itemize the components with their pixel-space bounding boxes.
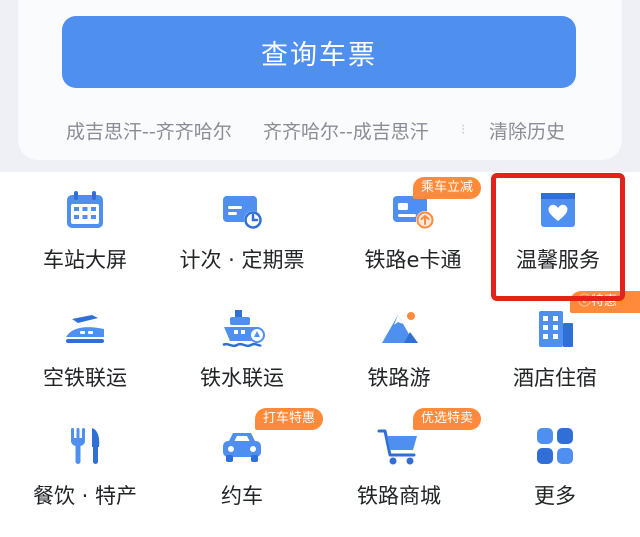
query-tickets-button[interactable]: 查询车票 (62, 16, 576, 88)
service-grid: 车站大屏 计次 · 定期票 铁路e卡通 乘车立减 温馨服务 空铁联运 铁水联运 … (0, 172, 640, 537)
service-label: 约车 (221, 484, 263, 508)
more-grid-icon (532, 423, 578, 469)
ticket-clock-icon (219, 187, 265, 233)
air-rail-icon (62, 305, 108, 351)
service-more[interactable]: 更多 (475, 408, 635, 523)
service-label: 更多 (534, 484, 576, 508)
promo-badge: ⓔ特惠 (570, 291, 640, 313)
service-label: 铁路游 (367, 366, 431, 390)
service-label: 车站大屏 (43, 248, 127, 272)
service-label: 计次 · 定期票 (179, 248, 305, 272)
clear-history-button[interactable]: 清除历史 (489, 117, 565, 144)
promo-badge: 打车特惠 (255, 408, 324, 430)
service-label: 餐饮 · 特产 (32, 484, 138, 508)
service-periodic-ticket[interactable]: 计次 · 定期票 (162, 172, 322, 287)
service-label: 空铁联运 (43, 366, 127, 390)
history-item[interactable]: 齐齐哈尔--成吉思汗 (263, 117, 461, 144)
promo-badge: 优选特卖 (413, 408, 482, 430)
history-separator: ⁝ (461, 122, 466, 138)
history-item[interactable]: 成吉思汗--齐齐哈尔 (66, 117, 263, 144)
service-air-rail[interactable]: 空铁联运 (5, 290, 165, 405)
promo-badge: 乘车立减 (413, 177, 482, 199)
service-station-screen[interactable]: 车站大屏 (5, 172, 165, 287)
service-label: 铁水联运 (200, 366, 284, 390)
station-screen-icon (62, 187, 108, 233)
service-rail-travel[interactable]: 铁路游 (319, 290, 479, 405)
service-label: 温馨服务 (516, 248, 600, 272)
rail-ship-icon (219, 305, 265, 351)
search-history: 成吉思汗--齐齐哈尔 齐齐哈尔--成吉思汗 ⁝ 清除历史 (66, 114, 606, 146)
service-label: 酒店住宿 (513, 366, 597, 390)
service-dining[interactable]: 餐饮 · 特产 (5, 408, 165, 523)
service-label: 铁路e卡通 (364, 248, 462, 272)
dining-icon (62, 423, 108, 469)
service-rail-water[interactable]: 铁水联运 (162, 290, 322, 405)
rail-travel-icon (376, 305, 422, 351)
service-care[interactable]: 温馨服务 (478, 172, 638, 287)
care-service-icon (535, 187, 581, 233)
service-label: 铁路商城 (357, 484, 441, 508)
